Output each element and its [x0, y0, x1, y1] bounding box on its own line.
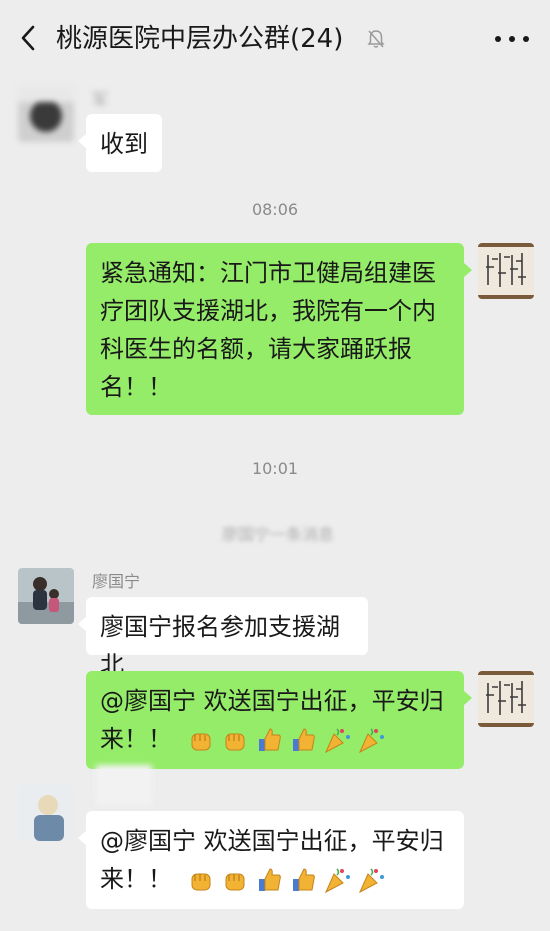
self-avatar[interactable]: [478, 671, 534, 727]
dot: [509, 36, 515, 42]
avatar-image: [18, 86, 74, 142]
chat-header: 桃源医院中层办公群(24): [0, 0, 550, 76]
message-bubble[interactable]: 廖国宁报名参加支援湖北: [78, 597, 368, 679]
reaction-emojis: [186, 865, 386, 895]
message-bubble[interactable]: @廖国宁 欢送国宁出征，平安归来！！: [86, 671, 472, 769]
timestamp: 10:01: [251, 459, 299, 478]
system-notice: 廖国宁一条消息: [221, 525, 334, 544]
party-popper-icon: [358, 868, 384, 894]
fist-icon: [225, 733, 245, 751]
dot: [523, 36, 529, 42]
fist-icon: [191, 873, 211, 891]
chevron-left-icon: [21, 25, 35, 51]
message-text: 廖国宁报名参加支援湖北: [100, 613, 340, 679]
avatar[interactable]: [18, 925, 74, 931]
message-text: 紧急通知：江门市卫健局组建医疗团队支援湖北，我院有一个内科医生的名额，请大家踊跃…: [100, 259, 436, 401]
sender-name: 军: [92, 90, 109, 109]
avatar[interactable]: [18, 86, 74, 142]
reaction-emojis: [186, 725, 386, 755]
fist-icon: [191, 733, 211, 751]
avatar[interactable]: [18, 568, 74, 624]
sender-name-redacted: [96, 765, 152, 805]
more-button[interactable]: [492, 24, 532, 54]
calligraphy-avatar-image: [478, 671, 534, 727]
dot: [495, 36, 501, 42]
party-popper-icon: [324, 868, 350, 894]
thumbs-up-icon: [292, 728, 315, 751]
chat-title: 桃源医院中层办公群(24): [56, 24, 344, 54]
avatar-image: [18, 568, 74, 624]
party-popper-icon: [358, 728, 384, 754]
thumbs-up-icon: [258, 868, 281, 891]
message-bubble[interactable]: 紧急通知：江门市卫健局组建医疗团队支援湖北，我院有一个内科医生的名额，请大家踊跃…: [86, 243, 472, 415]
message-text: 收到: [100, 130, 148, 158]
back-button[interactable]: [12, 22, 44, 54]
timestamp: 08:06: [251, 200, 299, 219]
message-bubble[interactable]: 收到: [78, 114, 162, 172]
avatar[interactable]: [18, 785, 74, 841]
message-bubble[interactable]: @廖国宁 欢送国宁出征，平安归来！！: [78, 811, 464, 909]
sender-name: 廖国宁: [92, 572, 141, 591]
thumbs-up-icon: [258, 728, 281, 751]
bell-off-icon: [367, 30, 385, 48]
calligraphy-avatar-image: [478, 243, 534, 299]
self-avatar[interactable]: [478, 243, 534, 299]
thumbs-up-icon: [292, 868, 315, 891]
fist-icon: [225, 873, 245, 891]
avatar-image: [18, 785, 74, 841]
party-popper-icon: [324, 728, 350, 754]
